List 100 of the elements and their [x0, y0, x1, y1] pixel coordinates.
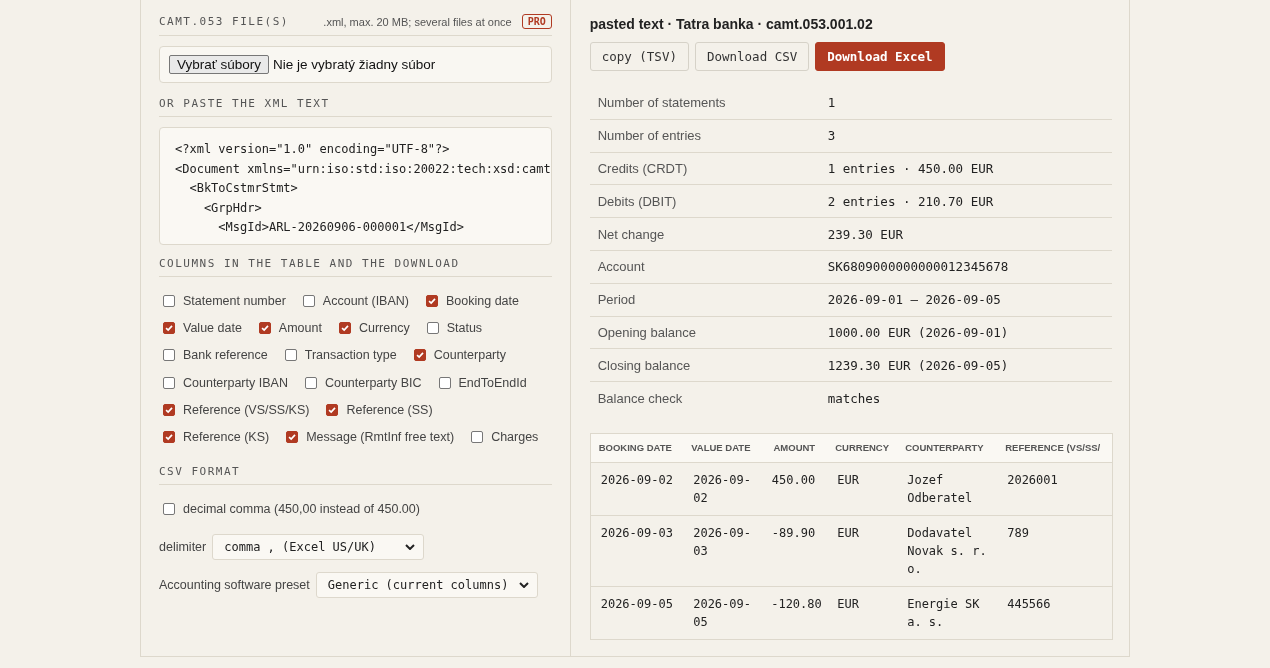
column-header: AMOUNT — [761, 433, 828, 463]
download-excel-button[interactable]: Download Excel — [815, 42, 945, 71]
checkbox-label: Bank reference — [183, 348, 268, 363]
checkbox-label: Reference (KS) — [183, 430, 270, 445]
checkbox-label: Reference (SS) — [346, 402, 433, 417]
pro-badge: PRO — [521, 14, 552, 29]
checkbox-label: Counterparty IBAN — [183, 375, 288, 390]
summary-value: 1 — [827, 95, 836, 111]
checkbox[interactable] — [471, 431, 484, 444]
summary-value: SK6809000000000012345678 — [827, 259, 1009, 275]
checkbox-label: Reference (VS/SS/KS) — [183, 402, 310, 417]
checkbox-label: Statement number — [183, 293, 286, 308]
checkbox-label: Counterparty — [433, 348, 506, 363]
summary-value: 2 entries · 210.70 EUR — [827, 193, 994, 209]
column-header: BOOKING DATE — [590, 433, 684, 463]
table-cell: 445566 — [997, 586, 1113, 640]
delimiter-label: delimiter — [159, 540, 207, 555]
column-header: VALUE DATE — [683, 433, 762, 463]
checkbox[interactable] — [163, 376, 175, 389]
checkbox-label: Status — [446, 320, 483, 335]
column-header: COUNTERPARTY — [897, 433, 998, 463]
checkbox-label: Booking date — [446, 293, 519, 308]
summary-label: Account — [596, 259, 646, 275]
section-heading: CAMT.053 FILE(S) — [159, 15, 289, 28]
checkbox[interactable] — [258, 321, 271, 334]
checkbox[interactable] — [163, 294, 175, 307]
section-heading: OR PASTE THE XML TEXT — [159, 97, 330, 110]
summary-value: 239.30 EUR — [827, 226, 903, 242]
summary-label: Balance check — [596, 390, 684, 406]
column-header: REFERENCE (VS/SS/ — [997, 433, 1113, 463]
checkbox[interactable] — [163, 349, 175, 362]
checkbox-label: decimal comma (450,00 instead of 450.00) — [183, 501, 420, 516]
checkbox[interactable] — [438, 376, 451, 389]
summary-value: 3 — [827, 128, 836, 144]
table-cell: 2026-09-03 — [683, 515, 762, 587]
action-button[interactable]: Download CSV — [694, 42, 810, 71]
action-button[interactable]: copy (TSV) — [589, 42, 689, 71]
summary-label: Credits (CRDT) — [596, 161, 689, 176]
checkbox[interactable] — [302, 294, 315, 307]
checkbox[interactable] — [286, 431, 299, 444]
checkbox[interactable] — [163, 431, 175, 444]
summary-value: 2026-09-01 – 2026-09-05 — [827, 292, 1001, 308]
table-cell: 789 — [997, 515, 1113, 587]
summary-label: Number of entries — [596, 128, 702, 144]
summary-value: 1239.30 EUR (2026-09-05) — [827, 357, 1009, 373]
checkbox-label: Counterparty BIC — [324, 375, 422, 390]
summary-value: matches — [827, 390, 881, 406]
checkbox-label: Currency — [358, 320, 410, 335]
checkbox[interactable] — [426, 321, 439, 334]
table-cell: -89.90 — [761, 515, 828, 587]
file-hint: .xml, max. 20 MB; several files at once — [323, 15, 512, 28]
checkbox[interactable] — [426, 294, 438, 307]
checkbox-label: Account (IBAN) — [322, 293, 409, 308]
table-cell: 2026-09-05 — [683, 586, 762, 640]
summary-label: Debits (DBIT) — [596, 193, 678, 209]
summary-label: Period — [596, 292, 637, 308]
checkbox-label: Transaction type — [304, 348, 397, 363]
checkbox-label: Amount — [278, 320, 322, 335]
summary-label: Net change — [596, 226, 666, 242]
section-heading: COLUMNS IN THE TABLE AND THE DOWNLOAD — [159, 257, 460, 270]
summary-label: Number of statements — [596, 95, 727, 111]
table-cell: -120.80 — [761, 586, 828, 640]
table-cell: 2026-09-03 — [590, 515, 684, 587]
checkbox[interactable] — [413, 349, 426, 362]
table-cell: EUR — [827, 462, 898, 516]
checkbox[interactable] — [163, 321, 175, 334]
summary-label: Opening balance — [596, 324, 697, 340]
summary-value: 1000.00 EUR (2026-09-01) — [827, 324, 1009, 340]
checkbox[interactable] — [338, 321, 351, 334]
table-cell: 2026-09-05 — [590, 586, 684, 640]
table-cell: 2026001 — [997, 462, 1113, 516]
checkbox[interactable] — [163, 502, 175, 515]
xml-text-field[interactable]: <?xml version="1.0" encoding="UTF-8"?> <Document xmlns="urn:iso:std:iso:20022:tech:xsd:camt <BkToCstmrStmt> <GrpHdr> <MsgId>ARL-20260906-000001</MsgId> — [159, 127, 552, 245]
table-cell: EUR — [827, 586, 898, 640]
checkbox-label: Value date — [183, 320, 242, 335]
checkbox[interactable] — [304, 376, 317, 389]
section-heading: CSV FORMAT — [159, 464, 241, 478]
checkbox[interactable] — [326, 403, 339, 416]
column-header: CURRENCY — [827, 433, 898, 463]
caret-icon — [405, 544, 416, 551]
checkbox[interactable] — [163, 403, 175, 416]
checkbox[interactable] — [284, 349, 297, 362]
checkbox-label: Charges — [491, 430, 539, 445]
caret-icon — [518, 582, 529, 589]
checkbox-label: EndToEndId — [458, 375, 527, 390]
table-cell: 450.00 — [761, 462, 828, 516]
table-cell: Dodavatel Novak s. r. o. — [897, 515, 998, 587]
choose-files-button[interactable]: Vybrať súbory — [169, 55, 270, 74]
table-cell: 2026-09-02 — [590, 462, 684, 516]
table-cell: 2026-09-02 — [683, 462, 762, 516]
summary-value: 1 entries · 450.00 EUR — [827, 161, 994, 176]
delimiter-select[interactable]: comma , (Excel US/UK) — [212, 534, 425, 561]
table-cell: Energie SK a. s. — [897, 586, 998, 640]
preset-select[interactable]: Generic (current columns) — [315, 572, 538, 599]
no-file-text: Nie je vybratý žiadny súbor — [273, 57, 436, 72]
preset-label: Accounting software preset — [159, 578, 310, 593]
summary-label: Closing balance — [596, 357, 692, 373]
table-cell: EUR — [827, 515, 898, 587]
table-cell: Jozef Odberatel — [897, 462, 998, 516]
checkbox-label: Message (RmtInf free text) — [306, 430, 455, 445]
